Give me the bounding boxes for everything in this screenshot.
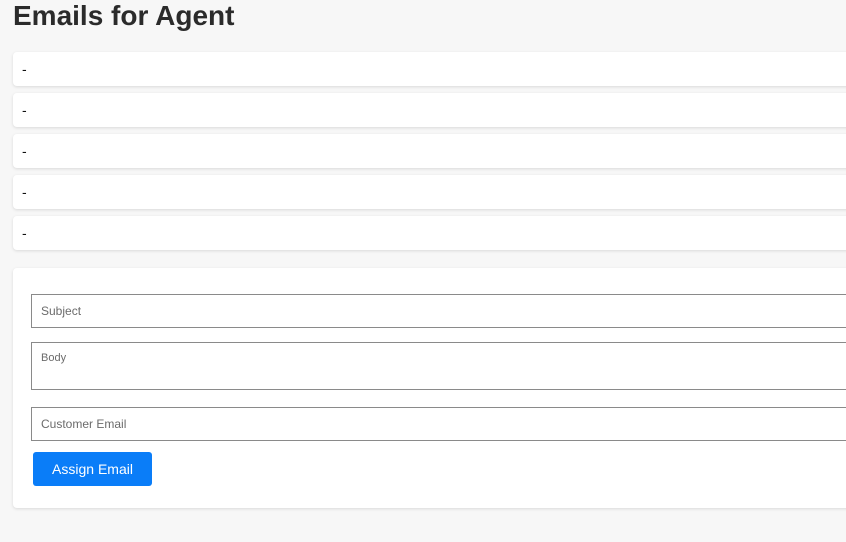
email-list-item[interactable]: -: [13, 134, 846, 168]
email-list: - - - - -: [13, 52, 846, 257]
email-list-item[interactable]: -: [13, 216, 846, 250]
subject-input[interactable]: [31, 294, 846, 328]
page-title: Emails for Agent: [13, 0, 235, 31]
email-list-item[interactable]: -: [13, 52, 846, 86]
email-list-item[interactable]: -: [13, 93, 846, 127]
email-list-item[interactable]: -: [13, 175, 846, 209]
assign-email-button[interactable]: Assign Email: [33, 452, 152, 486]
body-textarea[interactable]: [31, 342, 846, 390]
customer-email-input[interactable]: [31, 407, 846, 441]
assign-email-form: Assign Email: [13, 268, 846, 508]
